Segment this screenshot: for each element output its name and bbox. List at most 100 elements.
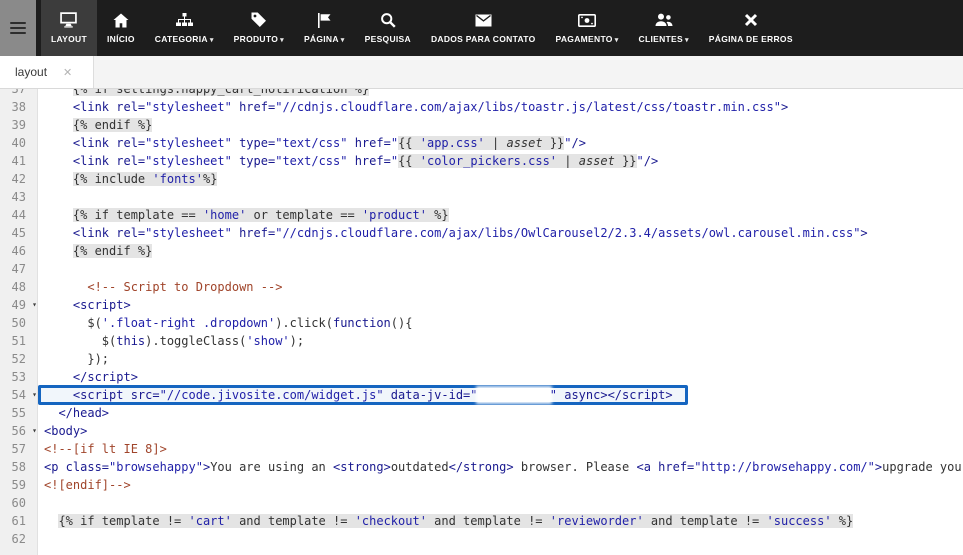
nav-item-clientes[interactable]: CLIENTES▾ [629,0,699,56]
tag-icon [251,12,267,28]
code-line[interactable]: <p class="browsehappy">You are using an … [38,458,963,476]
fold-toggle-icon[interactable]: ▾ [32,422,37,440]
nav-item-produto[interactable]: PRODUTO▾ [224,0,294,56]
nav-item-pagamento[interactable]: PAGAMENTO▾ [546,0,629,56]
code-line[interactable]: $('.float-right .dropdown').click(functi… [38,314,412,332]
code-row: 44 {% if template == 'home' or template … [0,206,963,224]
code-line[interactable] [38,260,44,278]
nav-item-layout[interactable]: LAYOUT [41,0,97,56]
line-number: 57 [0,440,38,458]
money-icon [578,12,596,28]
flag-icon [317,12,331,28]
home-icon [113,12,129,28]
line-number: 39 [0,116,38,134]
code-line[interactable]: {% endif %} [38,242,152,260]
code-line[interactable]: </script> [38,368,138,386]
nav-item-p-gina[interactable]: PÁGINA▾ [294,0,355,56]
nav-item-pesquisa[interactable]: PESQUISA [355,0,421,56]
code-row: 62 [0,530,963,548]
nav-item-dados-para-contato[interactable]: DADOS PARA CONTATO [421,0,546,56]
line-number: 38 [0,98,38,116]
nav-item-label: PAGAMENTO▾ [556,34,619,44]
envelope-icon [475,12,492,28]
code-row: 47 [0,260,963,278]
line-number: 51 [0,332,38,350]
code-line[interactable] [38,494,44,512]
nav-item-p-gina-de-erros[interactable]: PÁGINA DE ERROS [699,0,803,56]
line-number: 43 [0,188,38,206]
caret-down-icon: ▾ [615,37,619,44]
nav-item-label: INÍCIO [107,34,135,44]
code-row: 38 <link rel="stylesheet" href="//cdnjs.… [0,98,963,116]
code-row: 39 {% endif %} [0,116,963,134]
code-row: 43 [0,188,963,206]
line-number: 54▾ [0,386,38,404]
code-line[interactable]: <link rel="stylesheet" href="//cdnjs.clo… [38,98,788,116]
nav-item-label: CATEGORIA▾ [155,34,214,44]
code-line[interactable]: <![endif]--> [38,476,131,494]
code-row: 50 $('.float-right .dropdown').click(fun… [0,314,963,332]
nav-item-label: CLIENTES▾ [639,34,689,44]
nav-item-categoria[interactable]: CATEGORIA▾ [145,0,224,56]
line-number: 49▾ [0,296,38,314]
code-line[interactable] [38,530,44,548]
caret-down-icon: ▾ [280,37,284,44]
code-line[interactable]: <link rel="stylesheet" type="text/css" h… [38,134,586,152]
line-number: 47 [0,260,38,278]
code-editor[interactable]: 37 {% if settings.happy_cart_notificatio… [0,89,963,555]
caret-down-icon: ▾ [685,37,689,44]
tab-label: layout [15,65,47,79]
code-line[interactable]: {% include 'fonts'%} [38,170,217,188]
code-line[interactable]: <!--[if lt IE 8]> [38,440,167,458]
line-number: 58 [0,458,38,476]
code-row: 56▾<body> [0,422,963,440]
code-row: 51 $(this).toggleClass('show'); [0,332,963,350]
code-line[interactable]: {% if template != 'cart' and template !=… [38,512,853,530]
fold-toggle-icon[interactable]: ▾ [32,386,37,404]
code-line[interactable]: <script> [38,296,131,314]
desktop-icon [60,12,77,28]
code-line[interactable]: $(this).toggleClass('show'); [38,332,304,350]
code-line[interactable]: <body> [38,422,87,440]
caret-down-icon: ▾ [210,37,214,44]
line-number: 62 [0,530,38,548]
top-navbar: LAYOUT INÍCIO CATEGORIA▾ PRODUTO▾PÁGINA▾ PES… [0,0,963,56]
code-line[interactable]: <link rel="stylesheet" href="//cdnjs.clo… [38,224,868,242]
code-row: 61 {% if template != 'cart' and template… [0,512,963,530]
tab-layout[interactable]: layout ✕ [0,56,94,88]
code-row: 45 <link rel="stylesheet" href="//cdnjs.… [0,224,963,242]
code-row: 42 {% include 'fonts'%} [0,170,963,188]
line-number: 61 [0,512,38,530]
hamburger-icon [10,19,26,37]
line-number: 56▾ [0,422,38,440]
code-row: 49▾ <script> [0,296,963,314]
line-number: 59 [0,476,38,494]
line-number: 46 [0,242,38,260]
nav-item-label: PÁGINA DE ERROS [709,34,793,44]
menu-button[interactable] [0,0,36,56]
code-row: 58<p class="browsehappy">You are using a… [0,458,963,476]
caret-down-icon: ▾ [341,37,345,44]
nav-item-in-cio[interactable]: INÍCIO [97,0,145,56]
line-number: 45 [0,224,38,242]
tab-close-icon[interactable]: ✕ [63,66,72,79]
fold-toggle-icon[interactable]: ▾ [32,296,37,314]
code-line[interactable]: <script src="//code.jivosite.com/widget.… [38,386,673,404]
line-number: 48 [0,278,38,296]
code-line[interactable]: }); [38,350,109,368]
code-line[interactable]: <link rel="stylesheet" type="text/css" h… [38,152,658,170]
sitemap-icon [176,12,193,28]
nav-item-label: LAYOUT [51,34,87,44]
line-number: 55 [0,404,38,422]
code-row: 48 <!-- Script to Dropdown --> [0,278,963,296]
code-line[interactable]: </head> [38,404,109,422]
code-line[interactable]: {% if settings.happy_cart_notification %… [38,89,369,98]
code-line[interactable]: <!-- Script to Dropdown --> [38,278,282,296]
code-line[interactable]: {% if template == 'home' or template == … [38,206,449,224]
code-line[interactable]: {% endif %} [38,116,152,134]
code-row: 46 {% endif %} [0,242,963,260]
code-row: 59<![endif]--> [0,476,963,494]
code-line[interactable] [38,188,44,206]
nav-item-label: PESQUISA [365,34,411,44]
line-number: 53 [0,368,38,386]
